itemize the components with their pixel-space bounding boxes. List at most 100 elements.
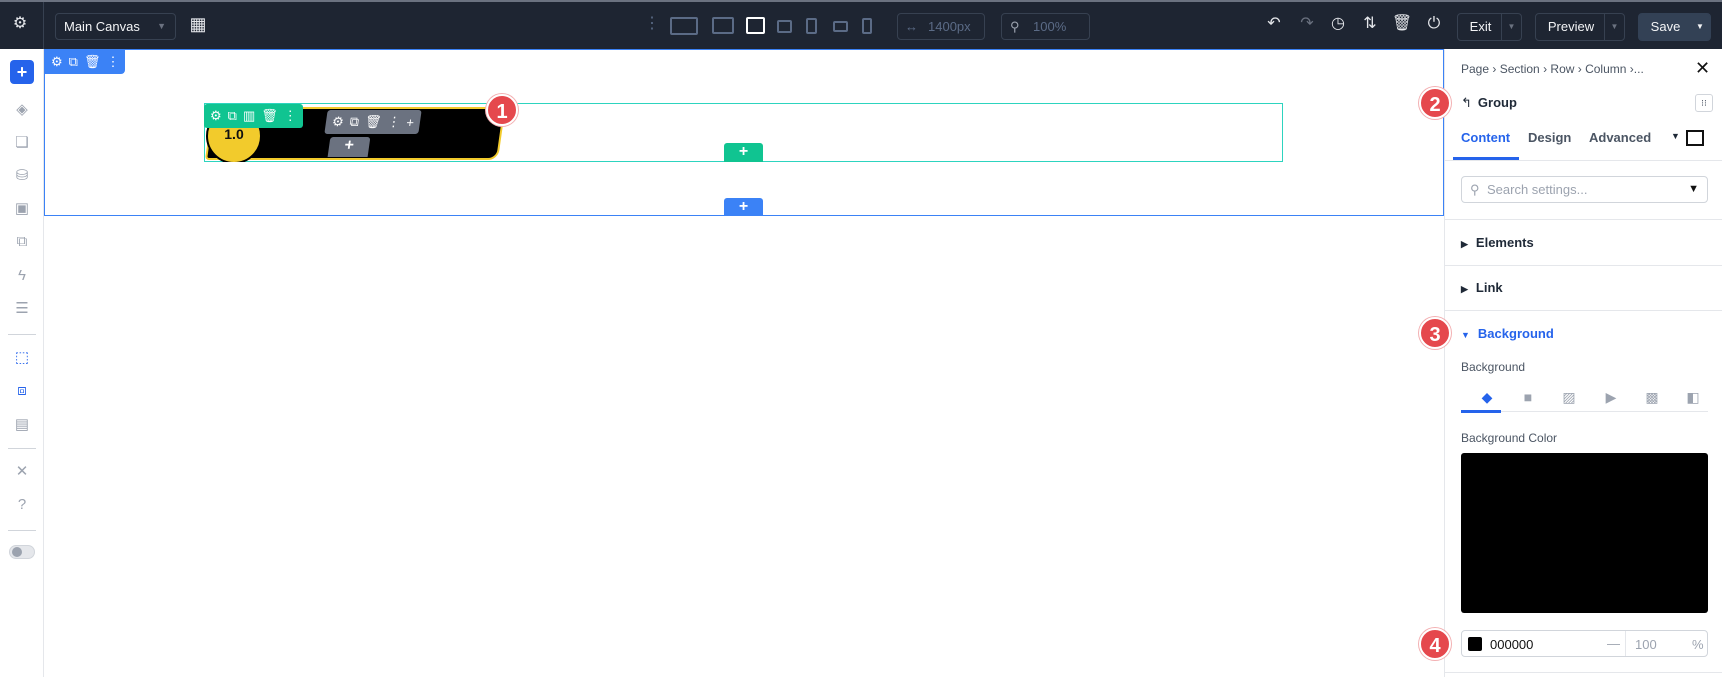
duplicate-icon[interactable]: ⧉	[228, 108, 237, 124]
columns-icon[interactable]: ▥	[243, 108, 255, 124]
preview-button[interactable]: Preview ▼	[1535, 13, 1625, 41]
gear-icon[interactable]: ⚙	[9, 14, 31, 34]
chevron-down-icon[interactable]: ▼	[1690, 14, 1710, 40]
more-vertical-icon[interactable]: ⋮	[284, 108, 297, 124]
preset-icon[interactable]: ⁝⁝	[1695, 94, 1713, 112]
module-toolbar: ⚙ ⧉ 🗑 ⋮ +	[324, 110, 422, 134]
tab-advanced[interactable]: Advanced	[1589, 130, 1651, 145]
width-input[interactable]: ↔ 1400px	[897, 13, 985, 40]
gear-icon[interactable]: ⚙	[210, 108, 222, 124]
grid-icon[interactable]: ▦	[187, 14, 209, 34]
trash-icon[interactable]: 🗑	[84, 54, 101, 70]
caret-down-icon: ▼	[1461, 330, 1470, 340]
tablet-icon[interactable]	[806, 18, 817, 34]
top-toolbar: ⚙ Main Canvas ▼ ▦ ⋮ ↔ 1400px ⚲ 100% ↶ ↷ ◷ ⇅…	[0, 0, 1722, 49]
width-arrows-icon: ↔	[905, 19, 918, 34]
more-vertical-icon[interactable]: ⋮	[106, 54, 119, 70]
select-cursor-icon[interactable]: ⬚	[10, 346, 34, 370]
background-color-label: Background Color	[1461, 431, 1558, 445]
database-icon[interactable]: ⛁	[10, 164, 34, 188]
trash-icon[interactable]: 🗑	[1391, 14, 1413, 34]
section-link[interactable]: ▶ Link	[1461, 280, 1503, 295]
paint-bucket-icon[interactable]: ◆	[1479, 389, 1495, 405]
tools-icon[interactable]: ✕	[10, 460, 34, 484]
close-icon[interactable]: ✕	[1695, 58, 1710, 79]
back-arrow-icon[interactable]: ↰	[1461, 95, 1472, 110]
phone-icon[interactable]	[862, 18, 872, 34]
breadcrumb: Page › Section › Row › Column ›...	[1461, 62, 1644, 76]
trash-icon[interactable]: 🗑	[364, 114, 383, 130]
help-icon[interactable]: ?	[10, 493, 34, 517]
opacity-input[interactable]: 100	[1635, 637, 1657, 652]
caret-right-icon: ▶	[1461, 284, 1468, 294]
divider	[8, 530, 36, 531]
duplicate-icon[interactable]: ⧉	[69, 54, 78, 70]
search-settings-input[interactable]: ⚲ Search settings... ▼	[1461, 176, 1708, 203]
theme-toggle[interactable]	[9, 545, 35, 559]
gear-icon[interactable]: ⚙	[51, 54, 63, 70]
layers-icon[interactable]: ◈	[10, 98, 34, 122]
search-icon: ⚲	[1010, 19, 1020, 34]
gradient-icon[interactable]: ■	[1520, 389, 1536, 405]
canvas-select[interactable]: Main Canvas ▼	[55, 13, 176, 40]
chevron-down-icon[interactable]: ▼	[1501, 14, 1521, 40]
annotation-badge: 1	[486, 94, 518, 126]
tab-design[interactable]: Design	[1528, 130, 1571, 145]
layout-icon[interactable]: ▣	[10, 197, 34, 221]
divider	[8, 448, 36, 449]
add-icon[interactable]: +	[10, 60, 34, 84]
template-preview-icon[interactable]: ▤	[10, 413, 34, 437]
tab-content[interactable]: Content	[1461, 130, 1510, 145]
mask-icon[interactable]: ◧	[1685, 389, 1701, 405]
section-background[interactable]: ▼ Background	[1461, 326, 1554, 341]
left-sidebar: + ◈ ❏ ⛁ ▣ ⧉ ϟ ☰ ⬚ ⧈ ▤ ✕ ?	[0, 49, 44, 677]
video-icon[interactable]: ▶	[1603, 389, 1619, 405]
redo-icon[interactable]: ↷	[1296, 14, 1318, 34]
breadcrumb-column[interactable]: Column	[1585, 62, 1626, 76]
zoom-input[interactable]: ⚲ 100%	[1001, 13, 1090, 40]
sort-arrows-icon[interactable]: ⇅	[1359, 14, 1381, 34]
color-swatch[interactable]	[1468, 637, 1482, 651]
power-icon[interactable]: ⏻	[1423, 14, 1445, 34]
background-label: Background	[1461, 360, 1526, 374]
exit-button[interactable]: Exit ▼	[1457, 13, 1522, 41]
breadcrumb-section[interactable]: Section	[1500, 62, 1540, 76]
add-icon[interactable]: +	[405, 115, 415, 130]
gear-icon[interactable]: ⚙	[331, 114, 345, 130]
library-icon[interactable]: ❏	[10, 131, 34, 155]
menu-lines-icon[interactable]: ☰	[10, 297, 34, 321]
desktop-wide-icon[interactable]	[670, 17, 698, 35]
add-module-button[interactable]: +	[327, 137, 371, 157]
row-toolbar: ⚙ ⧉ ▥ 🗑 ⋮	[204, 104, 303, 128]
section-elements[interactable]: ▶ Elements	[1461, 235, 1534, 250]
more-vertical-icon[interactable]: ⋮	[641, 14, 663, 34]
add-row-button[interactable]: +	[724, 143, 763, 162]
breadcrumb-row[interactable]: Row	[1550, 62, 1574, 76]
tablet-landscape-icon[interactable]	[777, 20, 792, 33]
desktop-icon[interactable]	[712, 17, 734, 34]
breadcrumb-page[interactable]: Page	[1461, 62, 1489, 76]
undo-icon[interactable]: ↶	[1263, 14, 1285, 34]
laptop-icon[interactable]	[746, 17, 765, 34]
chevron-down-icon[interactable]: ▼	[1671, 131, 1680, 141]
add-section-button[interactable]: +	[724, 198, 763, 216]
pattern-icon[interactable]: ▩	[1644, 389, 1660, 405]
lightning-icon[interactable]: ϟ	[10, 264, 34, 288]
laptop-view-icon[interactable]	[1686, 130, 1704, 146]
caret-right-icon: ▶	[1461, 239, 1468, 249]
image-icon[interactable]: ▨	[1561, 389, 1577, 405]
duplicate-icon[interactable]: ⧉	[349, 114, 360, 130]
history-clock-icon[interactable]: ◷	[1327, 14, 1349, 34]
module-label: 1.0	[224, 126, 244, 142]
more-vertical-icon[interactable]: ⋮	[386, 114, 401, 130]
phone-landscape-icon[interactable]	[833, 21, 848, 32]
color-hex-input[interactable]: 000000 — 100 %	[1461, 630, 1708, 657]
select-multi-icon[interactable]: ⧈	[10, 379, 34, 403]
chevron-down-icon[interactable]: ▼	[1604, 14, 1624, 40]
annotation-badge: 4	[1419, 628, 1451, 660]
trash-icon[interactable]: 🗑	[261, 108, 278, 124]
color-preview[interactable]	[1461, 453, 1708, 613]
pages-icon[interactable]: ⧉	[10, 230, 34, 254]
filter-icon[interactable]: ▼	[1688, 177, 1699, 202]
save-button[interactable]: Save ▼	[1638, 13, 1711, 41]
